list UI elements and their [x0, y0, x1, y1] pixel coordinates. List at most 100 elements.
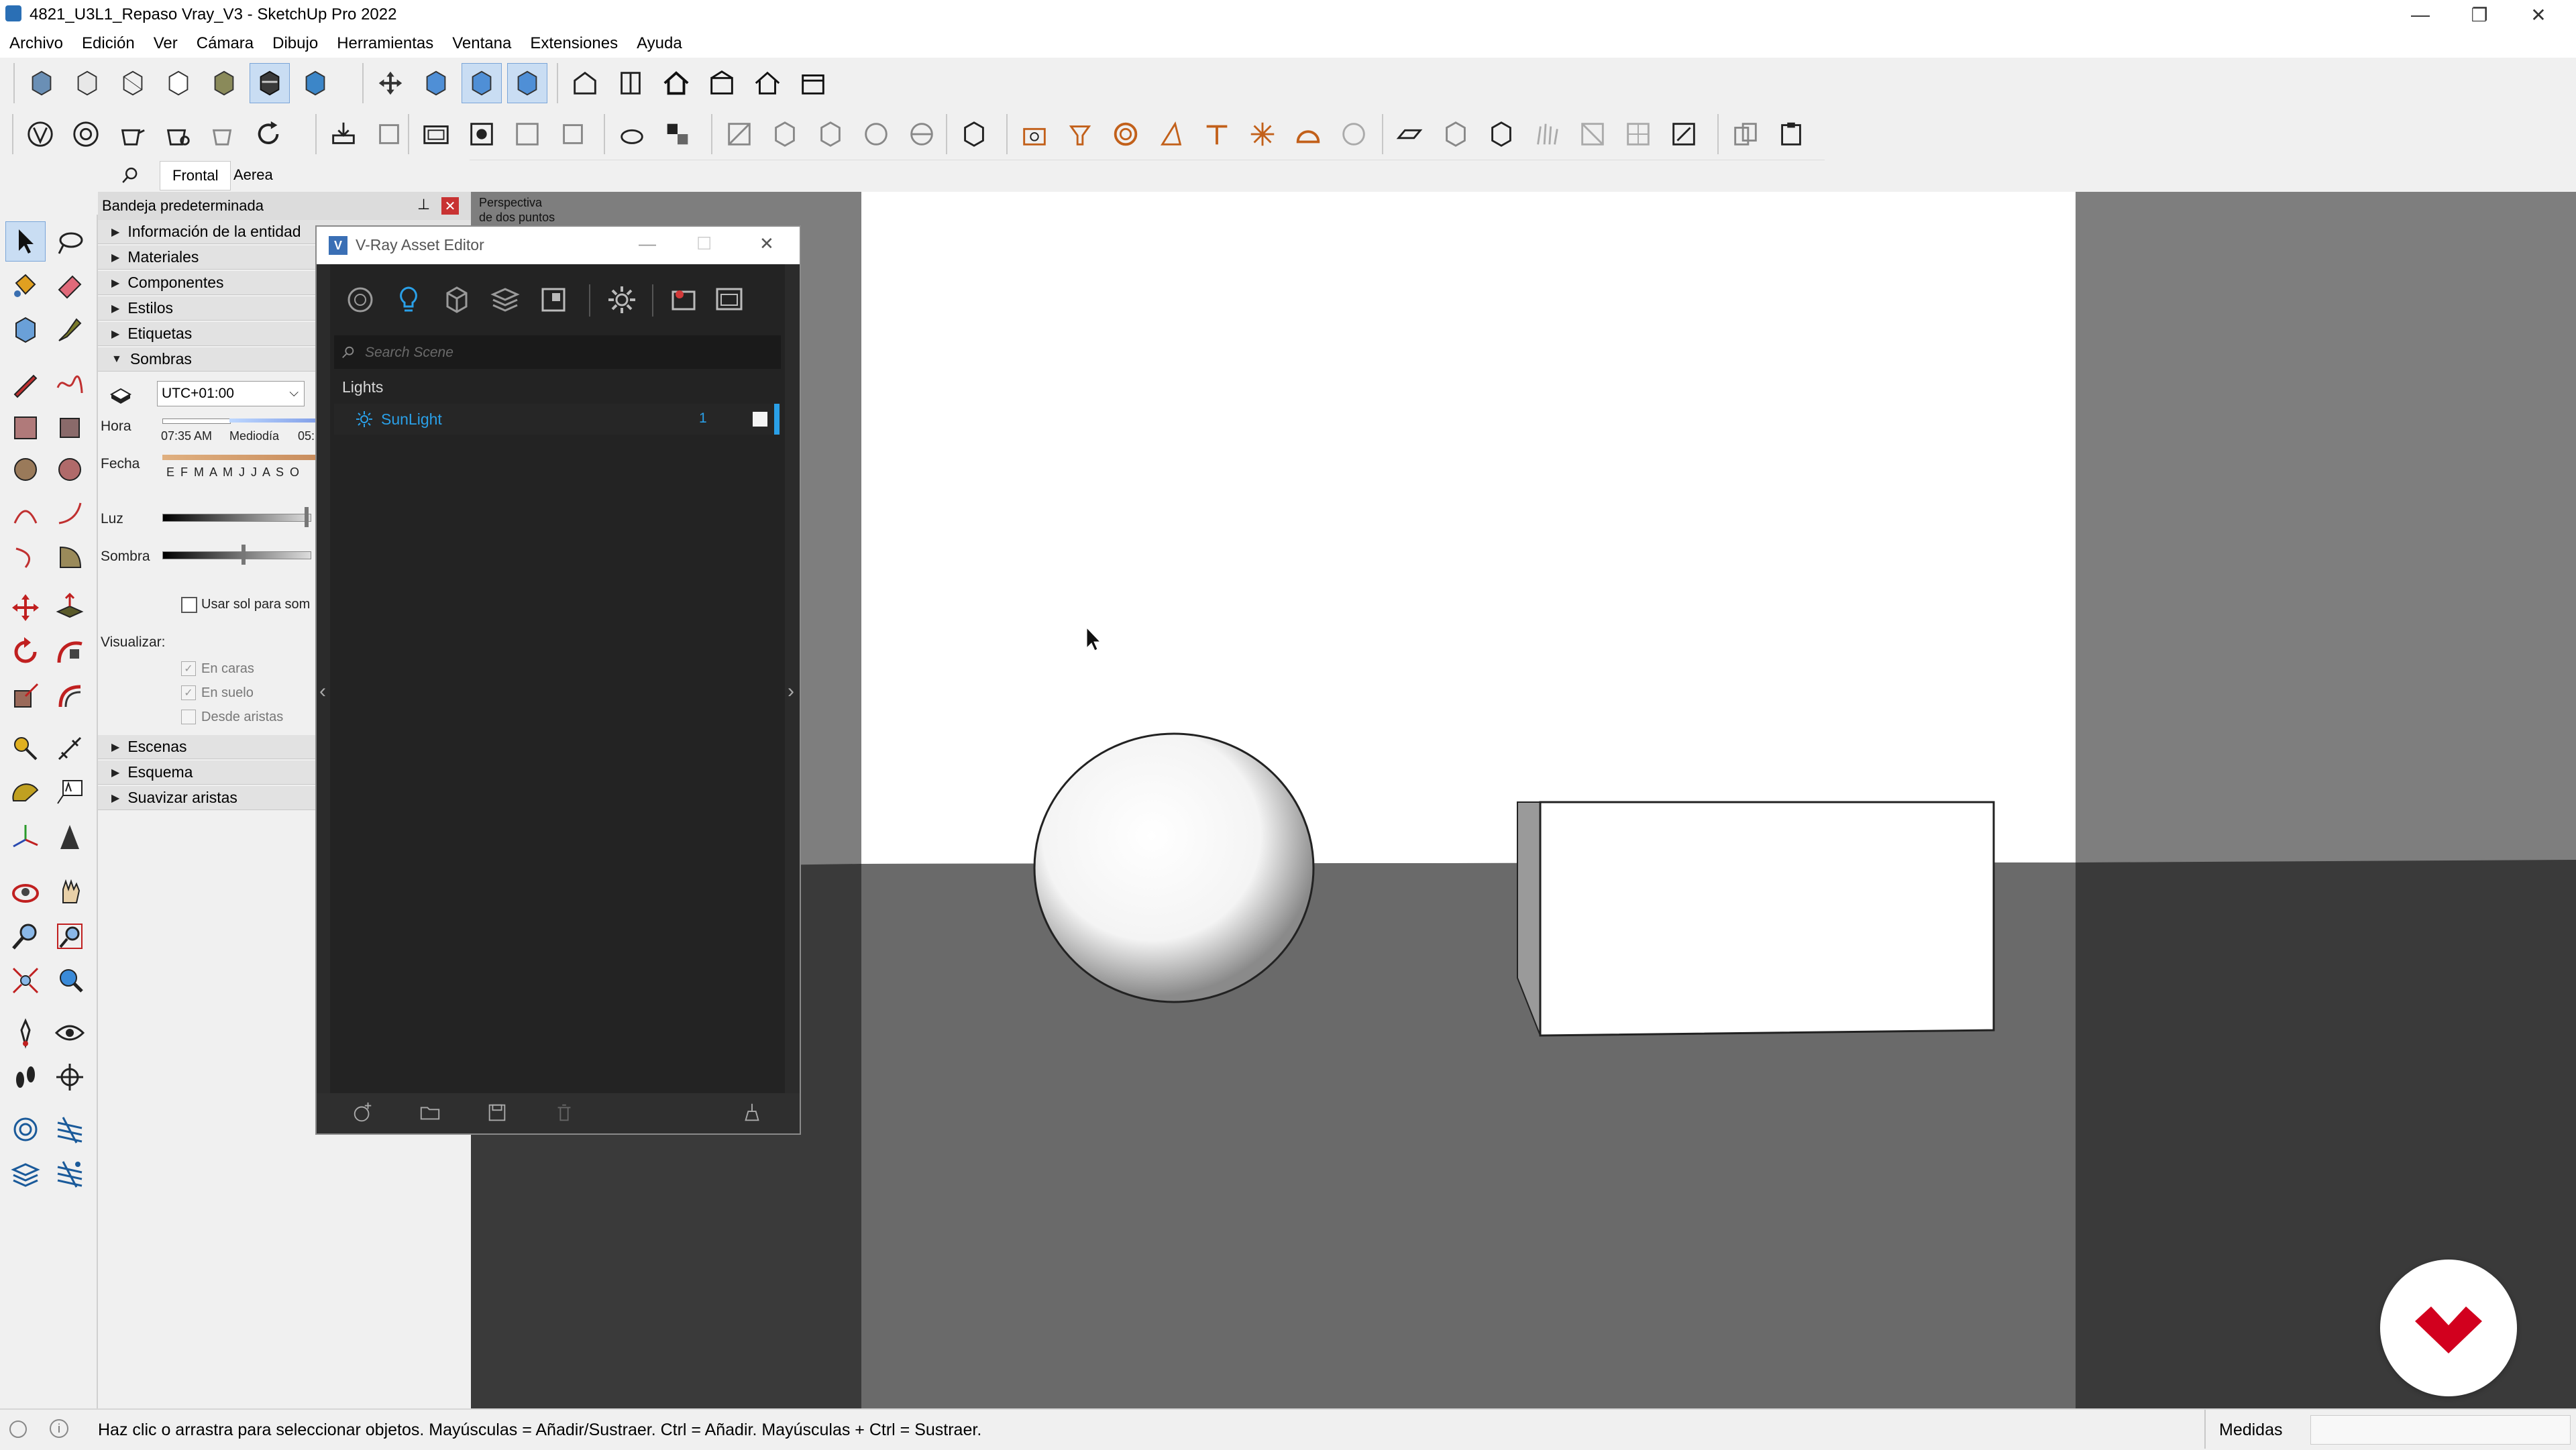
tag-tool[interactable]: [50, 310, 90, 350]
info-icon[interactable]: i: [50, 1419, 68, 1438]
move-tool[interactable]: [5, 588, 46, 628]
iso-view-button[interactable]: [416, 63, 456, 103]
ies-orange-button[interactable]: [1197, 114, 1237, 154]
sphere-orange-button[interactable]: [1106, 114, 1146, 154]
monochrome-button[interactable]: [295, 63, 335, 103]
vray-decal-button[interactable]: [902, 114, 942, 154]
light-slider[interactable]: [162, 514, 311, 522]
menu-ver[interactable]: Ver: [144, 34, 187, 53]
tray-close-button[interactable]: ✕: [441, 197, 459, 215]
spot-light-button[interactable]: [507, 114, 547, 154]
zoom-window-tool[interactable]: [50, 916, 90, 956]
scale-tool[interactable]: [5, 676, 46, 716]
front-view-button[interactable]: [507, 63, 547, 103]
paste-button[interactable]: [1771, 114, 1811, 154]
toggle-shadows-button[interactable]: [107, 384, 134, 408]
three-point-arc-tool[interactable]: [5, 537, 46, 577]
vray-denoise-button[interactable]: [203, 114, 243, 154]
en-suelo-checkbox[interactable]: ✓: [181, 685, 196, 700]
orbit-view-button[interactable]: [370, 63, 411, 103]
two-point-arc-tool[interactable]: [50, 494, 90, 534]
open-file-button[interactable]: [419, 1101, 443, 1125]
infinite-plane-button[interactable]: [1390, 114, 1430, 154]
back-edges-button[interactable]: [67, 63, 107, 103]
axes-tool[interactable]: [5, 817, 46, 857]
dimension-tool[interactable]: [50, 728, 90, 769]
zoom-extents-tool[interactable]: [5, 960, 46, 1001]
protractor-tool[interactable]: [5, 773, 46, 813]
lasso-tool[interactable]: [50, 221, 90, 262]
measurements-input[interactable]: [2310, 1415, 2571, 1445]
vray-close-button[interactable]: ✕: [759, 233, 774, 254]
geometry-tab[interactable]: [439, 282, 475, 318]
tab-frontal[interactable]: Frontal: [160, 161, 231, 190]
freehand-tool[interactable]: [50, 364, 90, 404]
vray-render-button[interactable]: [66, 114, 106, 154]
orbit-tool[interactable]: [5, 872, 46, 912]
mesh-light-button[interactable]: [1334, 114, 1374, 154]
shadow-slider-thumb[interactable]: [241, 545, 246, 565]
materials-tab[interactable]: [342, 282, 378, 318]
mesh-clipper-button[interactable]: [1572, 114, 1613, 154]
sphere-object[interactable]: [1033, 732, 1315, 1003]
menu-extensiones[interactable]: Extensiones: [521, 34, 627, 53]
extension-warehouse-button[interactable]: [610, 63, 651, 103]
pie-tool[interactable]: [50, 537, 90, 577]
triangle-light-button[interactable]: [1151, 114, 1191, 154]
grid-button[interactable]: [1618, 114, 1658, 154]
line-tool[interactable]: [5, 364, 46, 404]
menu-ventana[interactable]: Ventana: [443, 34, 521, 53]
select-tool[interactable]: [5, 221, 46, 262]
vray-frame-buffer-button[interactable]: [248, 114, 288, 154]
box-object[interactable]: [1539, 801, 1995, 1037]
tape-measure-tool[interactable]: [5, 728, 46, 769]
search-scene-field[interactable]: Search Scene: [334, 335, 781, 369]
en-caras-checkbox[interactable]: ✓: [181, 661, 196, 676]
push-pull-tool[interactable]: [50, 588, 90, 628]
omni-light-button[interactable]: [1242, 114, 1283, 154]
eraser-tool[interactable]: [50, 266, 90, 306]
render-elements-tab[interactable]: [535, 282, 572, 318]
warehouse-button[interactable]: [565, 63, 605, 103]
polygon-tool[interactable]: [50, 449, 90, 490]
geo-location-icon[interactable]: [9, 1420, 27, 1438]
save-button[interactable]: [486, 1101, 510, 1125]
menu-archivo[interactable]: Archivo: [0, 34, 72, 53]
vray-asset-editor-button[interactable]: [20, 114, 60, 154]
position-camera-tool[interactable]: [5, 1013, 46, 1053]
dome-light-button[interactable]: [1288, 114, 1328, 154]
circle-tool[interactable]: [5, 449, 46, 490]
top-view-button[interactable]: [462, 63, 502, 103]
vray-minimize-button[interactable]: —: [639, 233, 656, 254]
stamp-tool[interactable]: [5, 1154, 46, 1194]
menu-edicion[interactable]: Edición: [72, 34, 144, 53]
xray-button[interactable]: [21, 63, 62, 103]
vray-plane-button[interactable]: [810, 114, 851, 154]
3d-text-tool[interactable]: [50, 817, 90, 857]
add-asset-button[interactable]: [352, 1101, 376, 1125]
rotated-rectangle-tool[interactable]: [50, 408, 90, 448]
walk-tool[interactable]: [5, 1057, 46, 1097]
wireframe-button[interactable]: [113, 63, 153, 103]
close-window-button[interactable]: ✕: [2512, 0, 2565, 30]
section-plane-tool[interactable]: [50, 1057, 90, 1097]
expand-right-chevron-icon[interactable]: ›: [788, 680, 794, 703]
search-scene-button[interactable]: [118, 164, 142, 188]
light-list-item[interactable]: SunLight 1: [334, 404, 781, 435]
home-button[interactable]: [656, 63, 696, 103]
previous-view-tool[interactable]: [50, 960, 90, 1001]
purge-button[interactable]: [741, 1101, 765, 1125]
vray-proxy-button[interactable]: [612, 114, 652, 154]
minimize-button[interactable]: —: [2394, 0, 2447, 30]
light-enable-checkbox[interactable]: [753, 412, 767, 427]
import-proxy-button[interactable]: [1481, 114, 1521, 154]
text-tool[interactable]: [50, 773, 90, 813]
vray-lister-button[interactable]: [954, 114, 994, 154]
vray-export-button[interactable]: [323, 114, 364, 154]
timezone-select[interactable]: UTC+01:00 ⌵: [157, 381, 305, 406]
light-slider-thumb[interactable]: [305, 507, 309, 527]
vray-maximize-button[interactable]: ☐: [696, 233, 712, 254]
textures-tab[interactable]: [487, 282, 523, 318]
restore-button[interactable]: ❐: [2453, 0, 2506, 30]
offset-tool[interactable]: [50, 676, 90, 716]
